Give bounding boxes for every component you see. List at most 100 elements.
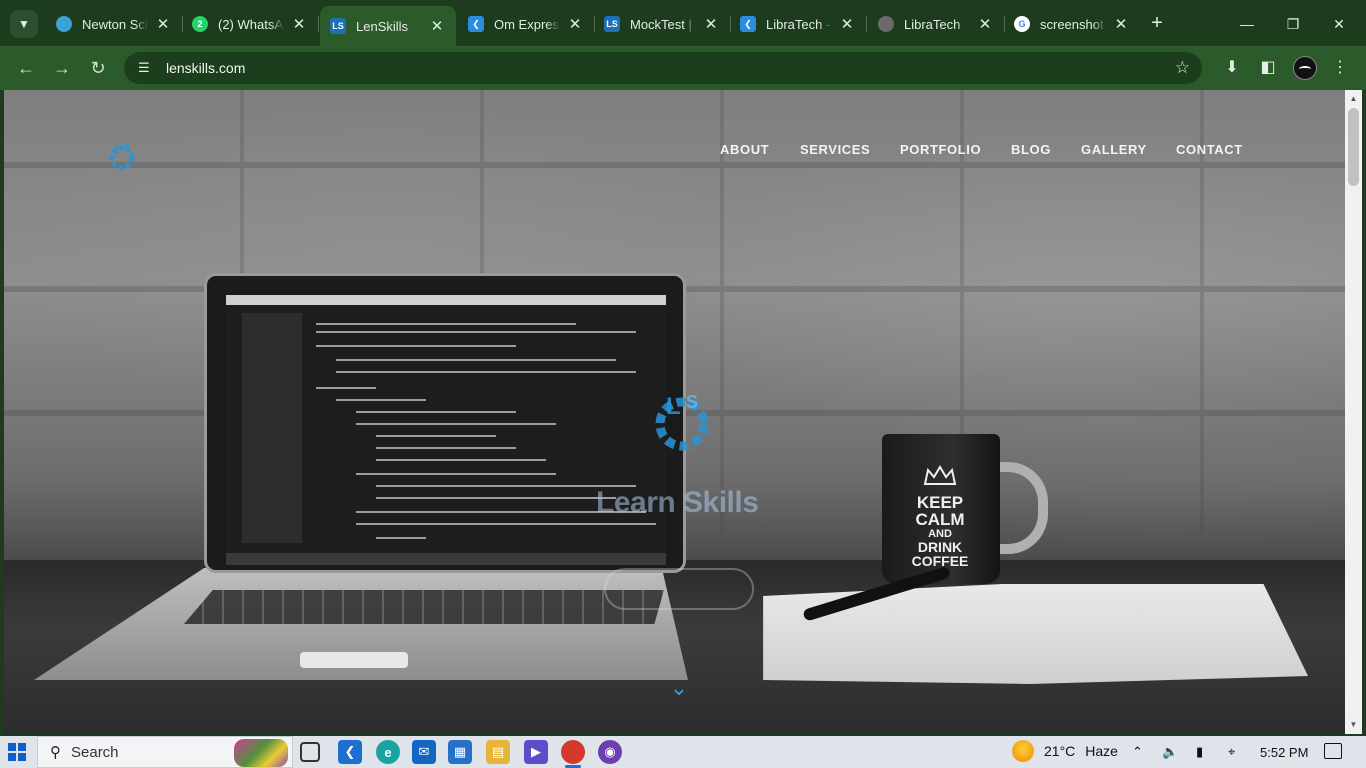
lenskills-favicon: LS	[330, 18, 346, 34]
minimize-button[interactable]: —	[1232, 10, 1262, 38]
crown-icon	[923, 465, 957, 485]
weather-widget[interactable]: 21°C Haze	[1012, 740, 1118, 762]
menu-kebab-icon[interactable]: ⋮	[1328, 56, 1352, 80]
vscode-favicon: ❮	[468, 16, 484, 32]
close-icon[interactable]: ✕	[566, 15, 584, 33]
close-icon[interactable]: ✕	[154, 15, 172, 33]
nav-about[interactable]: ABOUT	[720, 142, 769, 157]
nav-gallery[interactable]: GALLERY	[1081, 142, 1147, 157]
reload-button[interactable]: ↻	[84, 54, 112, 82]
laptop-screen-code	[226, 295, 666, 565]
vscode-taskbar-icon[interactable]: ❮	[338, 740, 362, 764]
weather-haze-icon	[1012, 740, 1034, 762]
tab-title: (2) WhatsApp	[218, 16, 284, 32]
close-icon[interactable]: ✕	[838, 15, 856, 33]
restore-button[interactable]: ❐	[1278, 10, 1308, 38]
file-explorer-icon[interactable]: ▤	[486, 740, 510, 764]
windows-taskbar: ⚲ Search ❮ e ✉ ▦ ▤ ▶ ◉ 21°C Haze ⌃ 🔈 ▮ ⌖…	[0, 736, 1366, 768]
tab-title: screenshot in	[1040, 16, 1106, 32]
scroll-up-arrow-icon[interactable]: ▲	[1345, 92, 1362, 106]
tab-title: LibraTech - Plu	[766, 16, 832, 32]
taskbar-search-placeholder: Search	[71, 743, 119, 761]
vscode-favicon: ❮	[740, 16, 756, 32]
weather-condition: Haze	[1085, 743, 1118, 759]
tab-title: LibraTech	[904, 16, 961, 32]
hero-brand: Learn Skills	[596, 486, 759, 519]
tray-chevron-up-icon[interactable]: ⌃	[1132, 744, 1143, 760]
chrome-taskbar-icon[interactable]	[561, 740, 585, 768]
forward-button[interactable]: →	[48, 54, 76, 82]
tab-mocktest[interactable]: LS MockTest | LSE ✕	[594, 8, 731, 40]
tab-title: Om Expres Plu	[494, 16, 560, 32]
tab-screenshot[interactable]: G screenshot in ✕	[1004, 8, 1140, 40]
scroll-thumb[interactable]	[1348, 108, 1359, 186]
close-icon[interactable]: ✕	[976, 15, 994, 33]
whatsapp-icon: 2	[192, 16, 208, 32]
page-viewport: L S ABOUT SERVICES PORTFOLIO BLOG GALLER…	[4, 90, 1345, 734]
search-icon: ⚲	[50, 744, 61, 761]
media-player-icon[interactable]: ▶	[524, 740, 548, 764]
side-panel-icon[interactable]: ◧	[1256, 56, 1280, 80]
volume-icon[interactable]: 🔈	[1162, 744, 1178, 760]
download-icon[interactable]: ⬇	[1220, 56, 1244, 80]
nav-contact[interactable]: CONTACT	[1176, 142, 1243, 157]
close-icon[interactable]: ✕	[702, 15, 720, 33]
tab-strip: ▼ Newton School ✕ 2 (2) WhatsApp ✕ LS Le…	[0, 0, 1366, 46]
chevron-down-icon: ▼	[18, 17, 30, 31]
edge-icon[interactable]: e	[376, 740, 400, 764]
nav-services[interactable]: SERVICES	[800, 142, 870, 157]
mug-slogan: KEEP CALM AND DRINK COFFEE	[911, 493, 969, 570]
url-text[interactable]: lenskills.com	[166, 60, 245, 76]
close-icon[interactable]: ✕	[290, 15, 308, 33]
tab-om-expres[interactable]: ❮ Om Expres Plu ✕	[458, 8, 595, 40]
tab-libratech-plu[interactable]: ❮ LibraTech - Plu ✕	[730, 8, 867, 40]
scroll-down-chevron-icon[interactable]: ⌄	[668, 677, 690, 699]
tab-lenskills[interactable]: LS LenSkills ✕	[320, 6, 456, 46]
page-scrollbar[interactable]: ▲ ▼	[1345, 90, 1362, 734]
github-icon[interactable]: ◉	[598, 740, 622, 764]
wifi-icon[interactable]: ⌖	[1228, 744, 1235, 760]
nav-blog[interactable]: BLOG	[1011, 142, 1051, 157]
tab-title: LenSkills	[356, 18, 409, 34]
svg-text:L: L	[666, 393, 681, 420]
tab-whatsapp[interactable]: 2 (2) WhatsApp ✕	[182, 8, 319, 40]
taskbar-search[interactable]: ⚲ Search	[37, 736, 293, 768]
store-icon[interactable]: ▦	[448, 740, 472, 764]
laptop-keyboard	[184, 590, 664, 624]
back-button[interactable]: ←	[12, 54, 40, 82]
svg-text:S: S	[686, 392, 698, 412]
task-view-icon[interactable]	[300, 742, 320, 762]
hero-cta-button[interactable]	[604, 568, 754, 610]
tab-newton-school[interactable]: Newton School ✕	[46, 8, 183, 40]
mail-icon[interactable]: ✉	[412, 740, 436, 764]
site-logo[interactable]: L S	[104, 138, 140, 174]
site-info-icon[interactable]: ☰	[138, 60, 154, 76]
newton-favicon	[56, 16, 72, 32]
window-close-button[interactable]: ✕	[1324, 10, 1354, 38]
google-icon: G	[1014, 16, 1030, 32]
tab-title: MockTest | LSE	[630, 16, 696, 32]
hero-logo: L S	[655, 392, 709, 451]
lenskills-favicon: LS	[604, 16, 620, 32]
svg-text:S: S	[124, 143, 130, 153]
globe-icon	[878, 16, 894, 32]
browser-toolbar: ← → ↻ ☰ lenskills.com ☆ ⬇ ◧ ⋮	[0, 46, 1366, 90]
search-highlight-image	[234, 739, 288, 767]
tab-search-button[interactable]: ▼	[10, 10, 38, 38]
svg-text:L: L	[115, 145, 122, 157]
close-icon[interactable]: ✕	[1112, 15, 1130, 33]
close-icon[interactable]: ✕	[428, 17, 446, 35]
windows-start-icon[interactable]	[8, 743, 26, 761]
address-bar[interactable]: ☰ lenskills.com ☆	[124, 52, 1202, 84]
laptop-touchpad	[300, 652, 408, 668]
new-tab-button[interactable]: +	[1146, 12, 1168, 34]
tab-libratech[interactable]: LibraTech ✕	[868, 8, 1005, 40]
profile-avatar[interactable]	[1293, 56, 1317, 80]
bookmark-star-icon[interactable]: ☆	[1175, 58, 1190, 78]
scroll-down-arrow-icon[interactable]: ▼	[1345, 718, 1362, 732]
nav-portfolio[interactable]: PORTFOLIO	[900, 142, 981, 157]
taskbar-clock[interactable]: 5:52 PM	[1260, 745, 1308, 760]
tab-title: Newton School	[82, 16, 148, 32]
notification-icon[interactable]	[1324, 743, 1342, 759]
battery-icon[interactable]: ▮	[1196, 744, 1203, 760]
